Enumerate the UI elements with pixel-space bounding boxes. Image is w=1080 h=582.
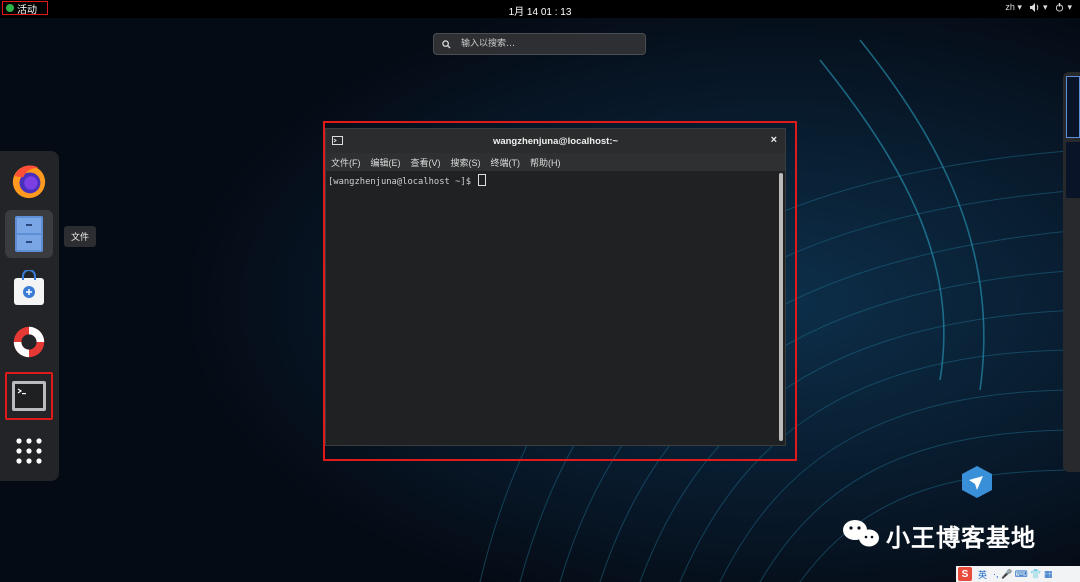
power-menu[interactable]: ▾ [1055, 2, 1072, 13]
menu-edit[interactable]: 编辑(E) [371, 156, 401, 169]
dock-item-software[interactable] [5, 264, 53, 312]
clock[interactable]: 1月 14 01 : 13 [509, 7, 572, 18]
app-grid-icon [16, 438, 42, 464]
search-icon [442, 39, 451, 49]
terminal-icon [12, 381, 46, 411]
close-icon[interactable]: × [771, 134, 777, 146]
dock-tooltip: 文件 [64, 226, 97, 247]
show-applications-button[interactable] [5, 427, 53, 475]
dash-dock [0, 151, 59, 481]
watermark-text: 小王博客基地 [886, 524, 1036, 552]
dock-item-terminal[interactable] [5, 372, 53, 420]
shell-prompt: [wangzhenjuna@localhost ~]$ [328, 177, 477, 187]
volume-menu[interactable]: ▾ [1029, 2, 1048, 13]
workspace-switcher [1063, 72, 1080, 472]
chevron-down-icon: ▾ [1042, 2, 1048, 12]
system-tray: zh ▾ ▾ ▾ [1005, 2, 1072, 13]
menu-view[interactable]: 查看(V) [411, 156, 441, 169]
dock-item-firefox[interactable] [5, 157, 53, 205]
terminal-titlebar[interactable]: wangzhenjuna@localhost:~ × [326, 129, 785, 153]
menu-terminal[interactable]: 终端(T) [491, 156, 521, 169]
ime-language-toggle[interactable]: 英 [978, 568, 987, 581]
ime-tool-icons[interactable]: ·, 🎤 ⌨ 👕 ▦ [993, 569, 1052, 580]
menu-search[interactable]: 搜索(S) [451, 156, 481, 169]
clock-container: 1月 14 01 : 13 [0, 3, 1080, 18]
menu-help[interactable]: 帮助(H) [530, 156, 561, 169]
search-input[interactable] [459, 38, 633, 50]
search-box [433, 33, 646, 55]
terminal-output[interactable]: [wangzhenjuna@localhost ~]$ [326, 171, 785, 448]
terminal-menubar: 文件(F) 编辑(E) 查看(V) 搜索(S) 终端(T) 帮助(H) [326, 153, 785, 171]
terminal-window[interactable]: wangzhenjuna@localhost:~ × 文件(F) 编辑(E) 查… [325, 128, 786, 446]
software-bag-icon [14, 270, 44, 305]
chevron-down-icon: ▾ [1067, 2, 1072, 12]
workspace-thumbnail-2[interactable] [1066, 142, 1080, 198]
ime-toolbar: S 英 ·, 🎤 ⌨ 👕 ▦ [956, 566, 1080, 582]
dock-item-help[interactable] [5, 318, 53, 366]
terminal-scrollbar[interactable] [779, 173, 783, 441]
terminal-title: wangzhenjuna@localhost:~ [492, 135, 619, 147]
top-bar: 活动 1月 14 01 : 13 zh ▾ ▾ ▾ [0, 0, 1080, 18]
files-cabinet-icon [15, 216, 43, 252]
sogou-logo-icon[interactable]: S [958, 567, 972, 581]
input-language-menu[interactable]: zh ▾ [1005, 2, 1022, 13]
dock-item-files[interactable] [5, 210, 53, 258]
menu-file[interactable]: 文件(F) [331, 156, 361, 169]
workspace-thumbnail-1[interactable] [1066, 76, 1080, 138]
speaker-icon [1029, 3, 1039, 12]
power-icon [1056, 3, 1064, 12]
text-cursor [478, 174, 487, 186]
lifebuoy-icon [13, 326, 45, 358]
firefox-icon [12, 165, 46, 199]
